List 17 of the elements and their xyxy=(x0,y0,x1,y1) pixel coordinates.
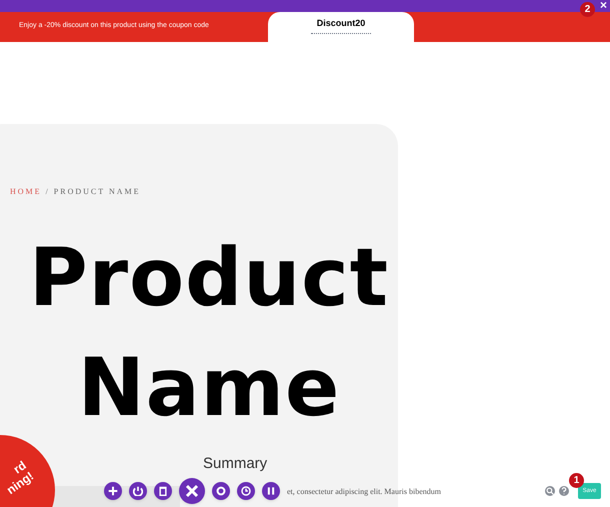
clock-icon xyxy=(241,486,251,496)
close-icon xyxy=(185,484,199,498)
zoom-button[interactable] xyxy=(545,486,555,496)
breadcrumb-current: PRODUCT NAME xyxy=(54,186,141,198)
notification-badge: 1 xyxy=(569,473,584,488)
help-button[interactable] xyxy=(559,486,569,496)
breadcrumb-link[interactable]: HOME xyxy=(10,186,42,198)
product-title: Product xyxy=(29,230,389,326)
summary-heading: Summary xyxy=(203,454,268,474)
plus-icon xyxy=(108,486,118,496)
breadcrumb-separator: / xyxy=(46,186,50,198)
power-icon xyxy=(133,486,143,496)
columns-icon xyxy=(266,486,276,496)
close-button[interactable]: × xyxy=(600,0,607,11)
summary-text: et, consectetur adipiscing elit. Mauris bibendum xyxy=(287,486,441,498)
coupon-code: Discount20 xyxy=(310,18,372,34)
product-title: Name xyxy=(78,340,340,436)
